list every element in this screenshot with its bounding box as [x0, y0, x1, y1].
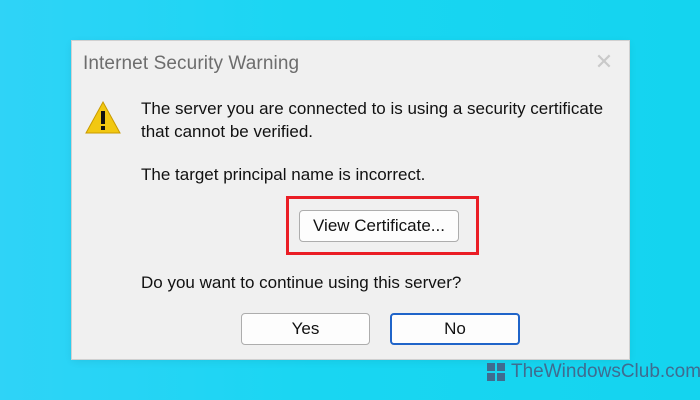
- warning-message: The server you are connected to is using…: [141, 99, 604, 141]
- windows-club-logo-icon: [487, 363, 505, 381]
- continue-question: Do you want to continue using this serve…: [141, 273, 462, 292]
- no-button[interactable]: No: [390, 313, 520, 345]
- dialog-title: Internet Security Warning: [83, 53, 300, 74]
- watermark: TheWindowsClub.com: [487, 361, 700, 383]
- warning-icon: [85, 100, 121, 134]
- watermark-text: TheWindowsClub.com: [511, 361, 700, 382]
- yes-button[interactable]: Yes: [241, 313, 370, 345]
- target-principal-message: The target principal name is incorrect.: [141, 165, 426, 184]
- view-certificate-button[interactable]: View Certificate...: [299, 210, 459, 242]
- dialog-titlebar: Internet Security Warning ✕: [72, 41, 629, 85]
- close-icon[interactable]: ✕: [593, 51, 615, 73]
